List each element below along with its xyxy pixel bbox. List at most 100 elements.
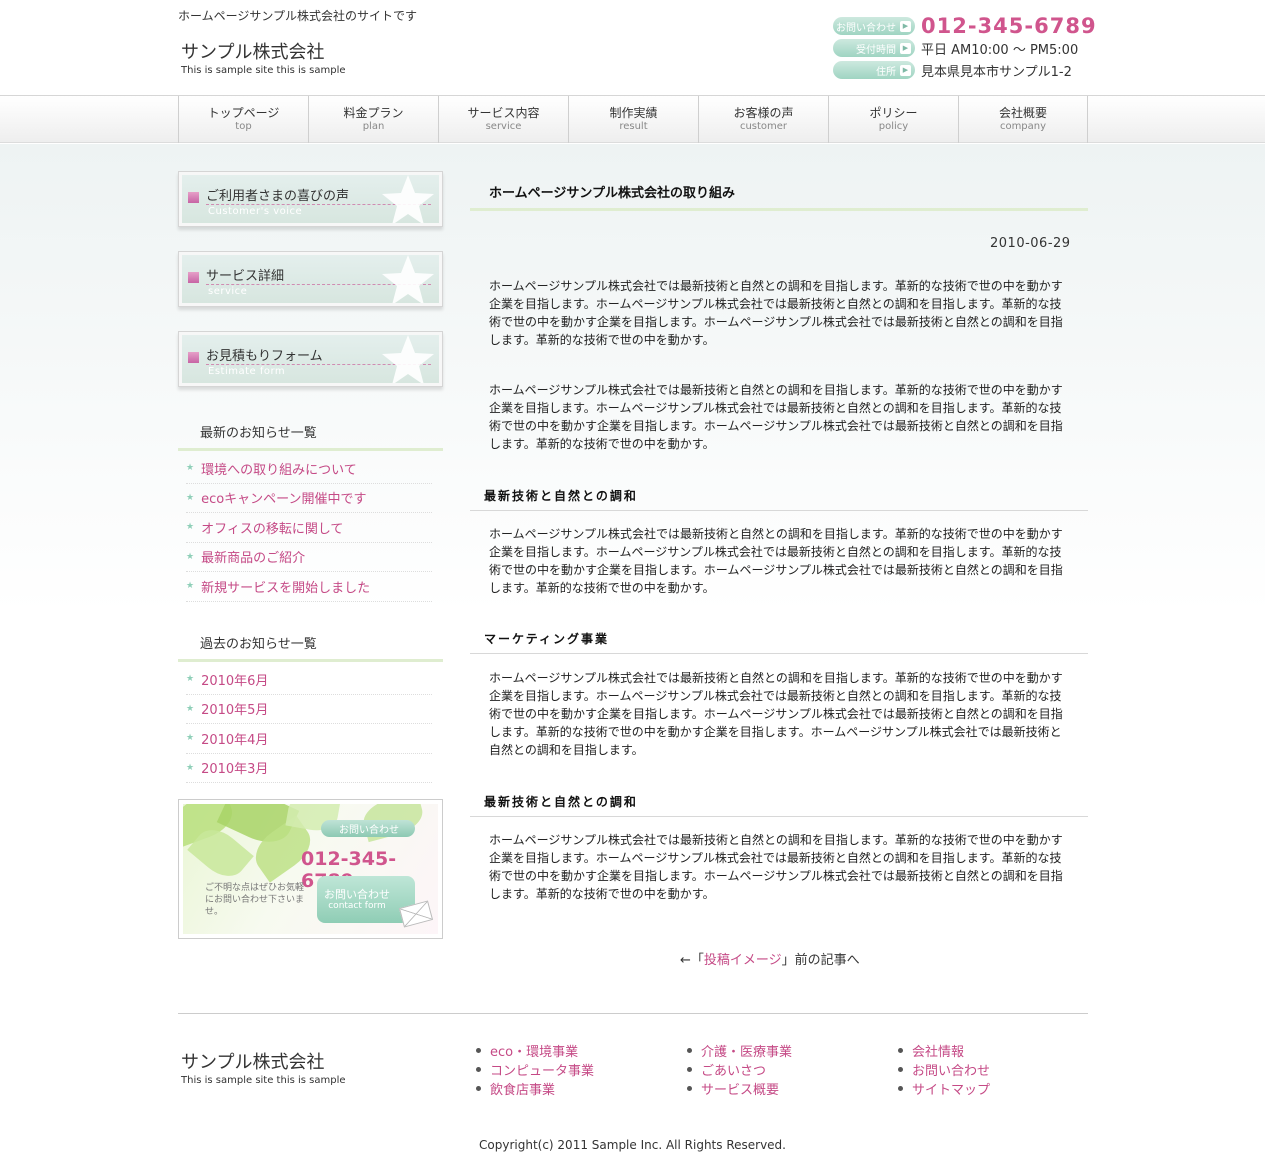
header-contact-row: お問い合わせ ▶ 012-345-6789 [833, 14, 1097, 38]
banner-estimate-form[interactable]: お見積もりフォーム Estimate form [178, 331, 443, 387]
prev-prefix: ←「 [680, 953, 704, 968]
footer-links-col3: 会社情報 お問い合わせ サイトマップ [898, 1041, 990, 1098]
footer-link[interactable]: サービス概要 [701, 1079, 779, 1098]
footer-link-item[interactable]: サービス概要 [687, 1079, 792, 1098]
footer-link-item[interactable]: 介護・医療事業 [687, 1041, 792, 1060]
header-address-row: 住所 ▶ 見本県見本市サンプル1-2 [833, 61, 1072, 80]
footer-link[interactable]: 会社情報 [912, 1041, 964, 1060]
prev-article-nav: ←「投稿イメージ」前の記事へ [680, 949, 860, 968]
prev-article-link[interactable]: 投稿イメージ [704, 953, 782, 968]
news-heading: 最新のお知らせ一覧 [200, 426, 317, 441]
header-hours: 平日 AM10:00 ～ PM5:00 [921, 42, 1079, 58]
footer-link[interactable]: 飲食店事業 [490, 1079, 555, 1098]
arrow-right-icon: ▶ [900, 42, 911, 54]
nav-sublabel: top [235, 120, 252, 132]
footer-link-item[interactable]: eco・環境事業 [476, 1041, 594, 1060]
section-heading: 最新技術と自然との調和 [484, 795, 638, 809]
star-bullet-icon: ★ [186, 762, 195, 773]
footer-logo-subtitle: This is sample site this is sample [181, 1075, 346, 1086]
news-link[interactable]: 最新商品のご紹介 [201, 547, 305, 566]
nav-item-customer[interactable]: お客様の声 customer [698, 96, 828, 143]
star-icon [382, 255, 434, 303]
news-link[interactable]: 環境への取り組みについて [201, 459, 357, 478]
news-item[interactable]: ★ ecoキャンペーン開催中です [186, 484, 432, 513]
nav-label: ポリシー [869, 106, 918, 121]
bullet-icon [687, 1086, 692, 1091]
archive-link[interactable]: 2010年5月 [201, 699, 268, 718]
star-bullet-icon: ★ [186, 733, 195, 744]
bullet-icon [687, 1067, 692, 1072]
nav-label: お客様の声 [733, 106, 794, 121]
article-date: 2010-06-29 [990, 236, 1071, 251]
nav-label: 会社概要 [998, 106, 1047, 121]
site-logo-title[interactable]: サンプル株式会社 [181, 38, 324, 64]
archive-item[interactable]: ★ 2010年4月 [186, 724, 432, 754]
address-pill-label: 住所 [876, 66, 896, 78]
banner-customer-voice[interactable]: ご利用者さまの喜びの声 Customer's voice [178, 171, 443, 227]
footer-link-item[interactable]: 会社情報 [898, 1041, 990, 1060]
archive-list: ★ 2010年6月 ★ 2010年5月 ★ 2010年4月 ★ 2010年3月 [186, 665, 432, 783]
news-item[interactable]: ★ 新規サービスを開始しました [186, 572, 432, 602]
footer-link[interactable]: 介護・医療事業 [701, 1041, 792, 1060]
nav-item-result[interactable]: 制作実績 result [568, 96, 698, 143]
site-tagline: ホームページサンプル株式会社のサイトです [178, 9, 418, 23]
bullet-icon [476, 1048, 481, 1053]
prev-suffix: 」前の記事へ [781, 953, 860, 968]
news-item[interactable]: ★ 環境への取り組みについて [186, 454, 432, 484]
footer-link-item[interactable]: コンピュータ事業 [476, 1060, 594, 1079]
banner-label: サービス詳細 [206, 269, 285, 284]
nav-sublabel: company [999, 120, 1047, 132]
news-link[interactable]: オフィスの移転に関して [201, 518, 343, 537]
section-paragraph: ホームページサンプル株式会社では最新技術と自然との調和を目指します。革新的な技術… [489, 527, 1063, 595]
address-pill: 住所 ▶ [833, 61, 915, 79]
nav-item-policy[interactable]: ポリシー policy [828, 96, 958, 143]
contact-banner[interactable]: お問い合わせ 012-345-6789 ご不明な点はぜひお気軽にお問い合わせ下さ… [178, 799, 443, 939]
nav-item-top[interactable]: トップページ top [178, 96, 308, 143]
news-item[interactable]: ★ 最新商品のご紹介 [186, 543, 432, 572]
article-paragraph: ホームページサンプル株式会社では最新技術と自然との調和を目指します。革新的な技術… [489, 279, 1063, 347]
nav-sublabel: result [619, 120, 648, 132]
footer-link-item[interactable]: サイトマップ [898, 1079, 990, 1098]
contact-note: ご不明な点はぜひお気軽にお問い合わせ下さいませ。 [205, 883, 305, 918]
news-link[interactable]: ecoキャンペーン開催中です [201, 488, 366, 507]
bullet-icon [476, 1086, 481, 1091]
banner-service[interactable]: サービス詳細 service [178, 251, 443, 307]
footer-link[interactable]: お問い合わせ [912, 1060, 990, 1079]
banner-sublabel: Customer's voice [208, 206, 303, 217]
footer-link[interactable]: ごあいさつ [701, 1060, 766, 1079]
nav-label: サービス内容 [467, 106, 540, 121]
section-divider [470, 653, 1088, 654]
contact-pill-label: お問い合わせ [339, 825, 399, 836]
arrow-right-icon: ▶ [900, 64, 911, 76]
star-bullet-icon: ★ [186, 674, 195, 685]
nav-label: 料金プラン [343, 106, 404, 121]
news-item[interactable]: ★ オフィスの移転に関して [186, 513, 432, 543]
footer-link-item[interactable]: お問い合わせ [898, 1060, 990, 1079]
footer-link-item[interactable]: 飲食店事業 [476, 1079, 594, 1098]
section-paragraph: ホームページサンプル株式会社では最新技術と自然との調和を目指します。革新的な技術… [489, 671, 1063, 757]
header-phone: 012-345-6789 [921, 14, 1097, 38]
archive-link[interactable]: 2010年4月 [201, 729, 268, 748]
footer-link[interactable]: コンピュータ事業 [490, 1060, 594, 1079]
nav-item-service[interactable]: サービス内容 service [438, 96, 568, 143]
footer-logo-title[interactable]: サンプル株式会社 [181, 1048, 324, 1074]
star-icon [382, 335, 434, 383]
news-link[interactable]: 新規サービスを開始しました [201, 577, 370, 596]
nav-sublabel: service [485, 120, 522, 132]
archive-link[interactable]: 2010年6月 [201, 670, 268, 689]
archive-item[interactable]: ★ 2010年3月 [186, 754, 432, 783]
archive-item[interactable]: ★ 2010年6月 [186, 665, 432, 695]
footer-link-item[interactable]: ごあいさつ [687, 1060, 792, 1079]
footer-link[interactable]: eco・環境事業 [490, 1041, 578, 1060]
hours-pill: 受付時間 ▶ [833, 39, 915, 57]
archive-link[interactable]: 2010年3月 [201, 758, 268, 777]
archive-heading: 過去のお知らせ一覧 [200, 637, 317, 652]
banner-label: お見積もりフォーム [206, 349, 323, 364]
nav-item-company[interactable]: 会社概要 company [958, 96, 1088, 143]
archive-item[interactable]: ★ 2010年5月 [186, 695, 432, 724]
footer-link[interactable]: サイトマップ [912, 1079, 990, 1098]
section-paragraph: ホームページサンプル株式会社では最新技術と自然との調和を目指します。革新的な技術… [489, 833, 1063, 901]
nav-sublabel: policy [878, 120, 909, 132]
section-divider [470, 816, 1088, 817]
nav-item-plan[interactable]: 料金プラン plan [308, 96, 438, 143]
